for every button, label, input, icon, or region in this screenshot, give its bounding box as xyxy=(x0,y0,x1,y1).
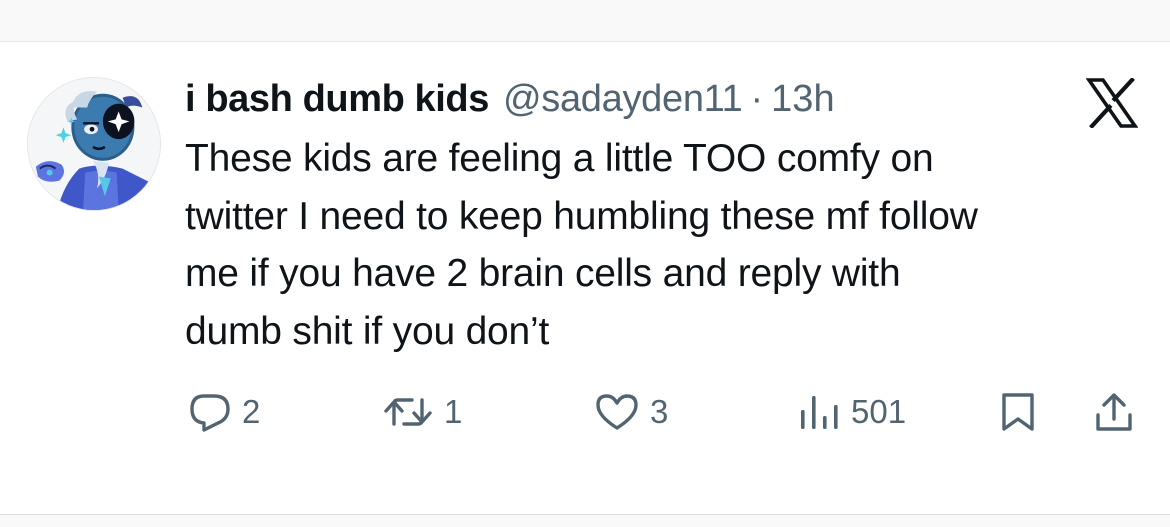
x-logo-icon xyxy=(1086,78,1138,128)
cartoon-character-avatar-icon xyxy=(28,78,160,210)
retweet-count: 1 xyxy=(444,393,463,430)
tweet-header: i bash dumb kids @sadayden11 · 13h xyxy=(185,74,835,124)
tweet-text: These kids are feeling a little TOO comf… xyxy=(185,130,1145,360)
tweet-text-line: These kids are feeling a little TOO comf… xyxy=(185,137,934,180)
like-count: 3 xyxy=(650,393,669,430)
reply-count: 2 xyxy=(242,393,261,430)
heart-icon xyxy=(596,394,638,430)
separator-dot: · xyxy=(750,78,764,120)
reply-icon xyxy=(190,394,230,432)
retweet-button[interactable]: 1 xyxy=(382,384,462,440)
views-button[interactable]: 501 xyxy=(797,384,906,440)
avatar[interactable] xyxy=(27,77,161,211)
bookmark-icon xyxy=(1002,393,1034,431)
timestamp[interactable]: 13h xyxy=(771,74,834,124)
share-icon xyxy=(1096,393,1132,431)
user-handle[interactable]: @sadayden11 xyxy=(503,74,743,124)
views-count: 501 xyxy=(851,393,907,430)
tweet-text-line: dumb shit if you don’t xyxy=(185,309,550,353)
retweet-icon xyxy=(384,398,432,426)
action-bar: 2 1 3 501 xyxy=(0,384,1170,440)
tweet-text-line: me if you have 2 brain cells and reply w… xyxy=(185,252,901,295)
tweet-text-line: twitter I need to keep humbling these mf… xyxy=(185,194,978,238)
reply-button[interactable]: 2 xyxy=(188,384,260,440)
views-icon xyxy=(801,396,838,429)
top-strip xyxy=(0,0,1170,42)
share-button[interactable] xyxy=(1093,384,1135,440)
display-name[interactable]: i bash dumb kids xyxy=(185,74,489,124)
bottom-strip xyxy=(0,515,1170,527)
like-button[interactable]: 3 xyxy=(594,384,668,440)
bookmark-button[interactable] xyxy=(998,384,1038,440)
